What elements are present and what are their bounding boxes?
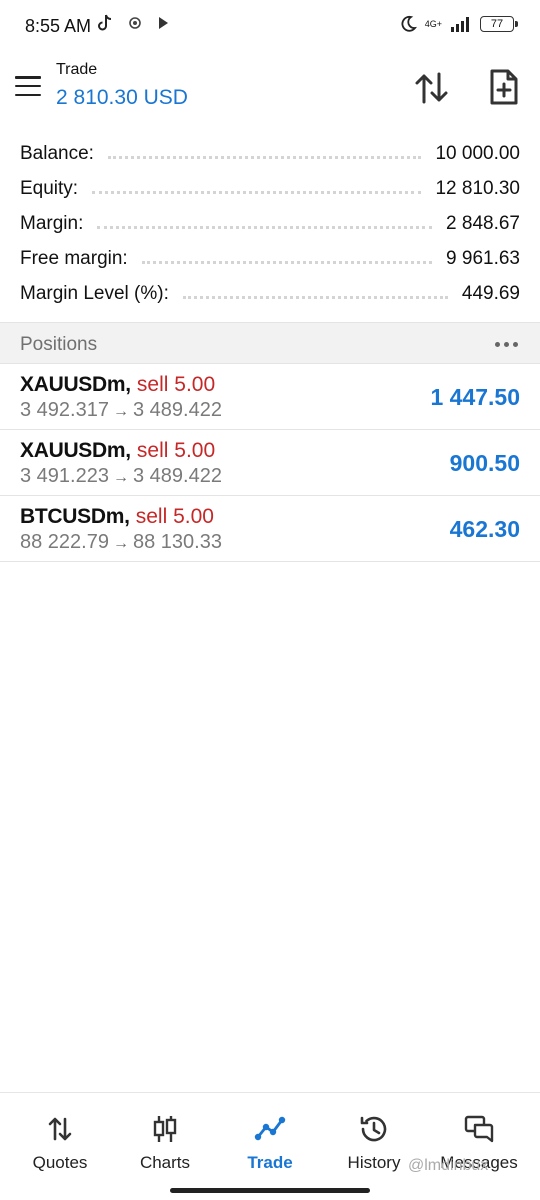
position-side-volume: sell 5.00 [136, 439, 216, 462]
summary-row-margin-level: Margin Level (%): 449.69 [0, 276, 540, 311]
account-summary: Balance: 10 000.00 Equity: 12 810.30 Mar… [0, 136, 540, 311]
bottom-navigation: Quotes Charts Trade History Messages @lm… [0, 1092, 540, 1200]
dotted-leader [97, 226, 433, 229]
summary-value: 2 848.67 [446, 212, 520, 234]
nav-label: History [347, 1153, 401, 1172]
quotes-arrows-icon [48, 1117, 72, 1141]
signal-icon [451, 17, 469, 32]
nav-label: Quotes [32, 1153, 88, 1172]
position-prices: 3 492.317 → 3 489.422 [20, 399, 222, 422]
home-indicator[interactable] [170, 1188, 370, 1193]
nav-label: Trade [247, 1153, 293, 1172]
positions-title: Positions [20, 334, 98, 355]
right-arrow-icon: → [112, 535, 129, 552]
summary-value: 9 961.63 [446, 247, 520, 269]
dotted-leader [92, 191, 422, 194]
open-price: 3 491.223 [20, 465, 109, 487]
status-bar: 8:55 AM 4G+ 77 [0, 0, 540, 54]
watermark: @lmdinbux [408, 1157, 489, 1174]
status-system-icons: 4G+ 77 [399, 15, 518, 33]
new-order-icon[interactable] [486, 68, 522, 106]
position-row[interactable]: BTCUSDm, sell 5.00 88 222.79 → 88 130.33 4… [0, 496, 540, 562]
trade-line-icon [254, 1116, 286, 1141]
summary-label: Equity: [20, 177, 79, 199]
summary-row-equity: Equity: 12 810.30 [0, 171, 540, 206]
status-notification-icons [97, 14, 169, 32]
position-symbol: BTCUSDm [20, 505, 125, 528]
tiktok-icon [98, 14, 112, 31]
positions-list: XAUUSDm, sell 5.00 3 492.317 → 3 489.422 1… [0, 364, 540, 562]
header-profit-display: 2 810.30 USD [56, 86, 188, 109]
nav-item-quotes[interactable]: Quotes [10, 1113, 110, 1173]
page-title: Trade [56, 61, 98, 78]
more-options-icon[interactable] [495, 342, 518, 347]
status-time: 8:55 AM [25, 16, 92, 36]
messages-icon [464, 1115, 494, 1143]
position-row[interactable]: XAUUSDm, sell 5.00 3 491.223 → 3 489.422 9… [0, 430, 540, 496]
nav-item-trade[interactable]: Trade [220, 1113, 320, 1173]
position-side-volume: sell 5.00 [135, 505, 214, 528]
position-symbol: XAUUSDm [20, 373, 126, 396]
summary-row-margin: Margin: 2 848.67 [0, 206, 540, 241]
current-price: 3 489.422 [132, 465, 222, 487]
position-title: BTCUSDm, sell 5.00 [20, 505, 214, 528]
battery-icon: 77 [480, 16, 518, 32]
position-profit: 462.30 [449, 516, 520, 542]
nav-item-charts[interactable]: Charts [115, 1113, 215, 1173]
current-price: 88 130.33 [132, 531, 222, 553]
candlestick-icon [153, 1116, 177, 1142]
network-label: 4G+ [424, 18, 442, 29]
hamburger-menu-icon[interactable] [15, 76, 41, 96]
summary-value: 12 810.30 [435, 177, 520, 199]
summary-label: Free margin: [20, 247, 128, 269]
current-price: 3 489.422 [132, 399, 222, 421]
summary-row-free-margin: Free margin: 9 961.63 [0, 241, 540, 276]
summary-value: 10 000.00 [435, 142, 520, 164]
open-price: 88 222.79 [20, 531, 109, 553]
app-header: Trade 2 810.30 USD [0, 54, 540, 122]
dotted-leader [107, 156, 422, 159]
position-profit: 900.50 [449, 450, 520, 476]
position-side-volume: sell 5.00 [136, 373, 216, 396]
summary-label: Margin: [20, 212, 84, 234]
right-arrow-icon: → [112, 403, 129, 420]
open-price: 3 492.317 [20, 399, 109, 421]
summary-label: Margin Level (%): [20, 282, 169, 304]
summary-row-balance: Balance: 10 000.00 [0, 136, 540, 171]
position-profit: 1 447.50 [430, 384, 520, 410]
history-clock-icon [360, 1116, 387, 1142]
play-icon [159, 17, 168, 29]
nav-label: Charts [139, 1153, 191, 1172]
dotted-leader [182, 296, 448, 299]
right-arrow-icon: → [112, 469, 129, 486]
position-row[interactable]: XAUUSDm, sell 5.00 3 492.317 → 3 489.422 1… [0, 364, 540, 430]
position-title: XAUUSDm, sell 5.00 [20, 373, 216, 396]
moon-icon [401, 15, 417, 32]
position-title: XAUUSDm, sell 5.00 [20, 439, 216, 462]
app-gear-icon [129, 17, 141, 29]
dotted-leader [141, 261, 433, 264]
position-symbol: XAUUSDm [20, 439, 126, 462]
summary-label: Balance: [20, 142, 94, 164]
position-prices: 88 222.79 → 88 130.33 [20, 531, 222, 554]
position-prices: 3 491.223 → 3 489.422 [20, 465, 222, 488]
sort-arrows-icon[interactable] [412, 70, 452, 106]
positions-section-header: Positions [0, 322, 540, 364]
summary-value: 449.69 [461, 282, 520, 304]
battery-level: 77 [490, 18, 504, 30]
